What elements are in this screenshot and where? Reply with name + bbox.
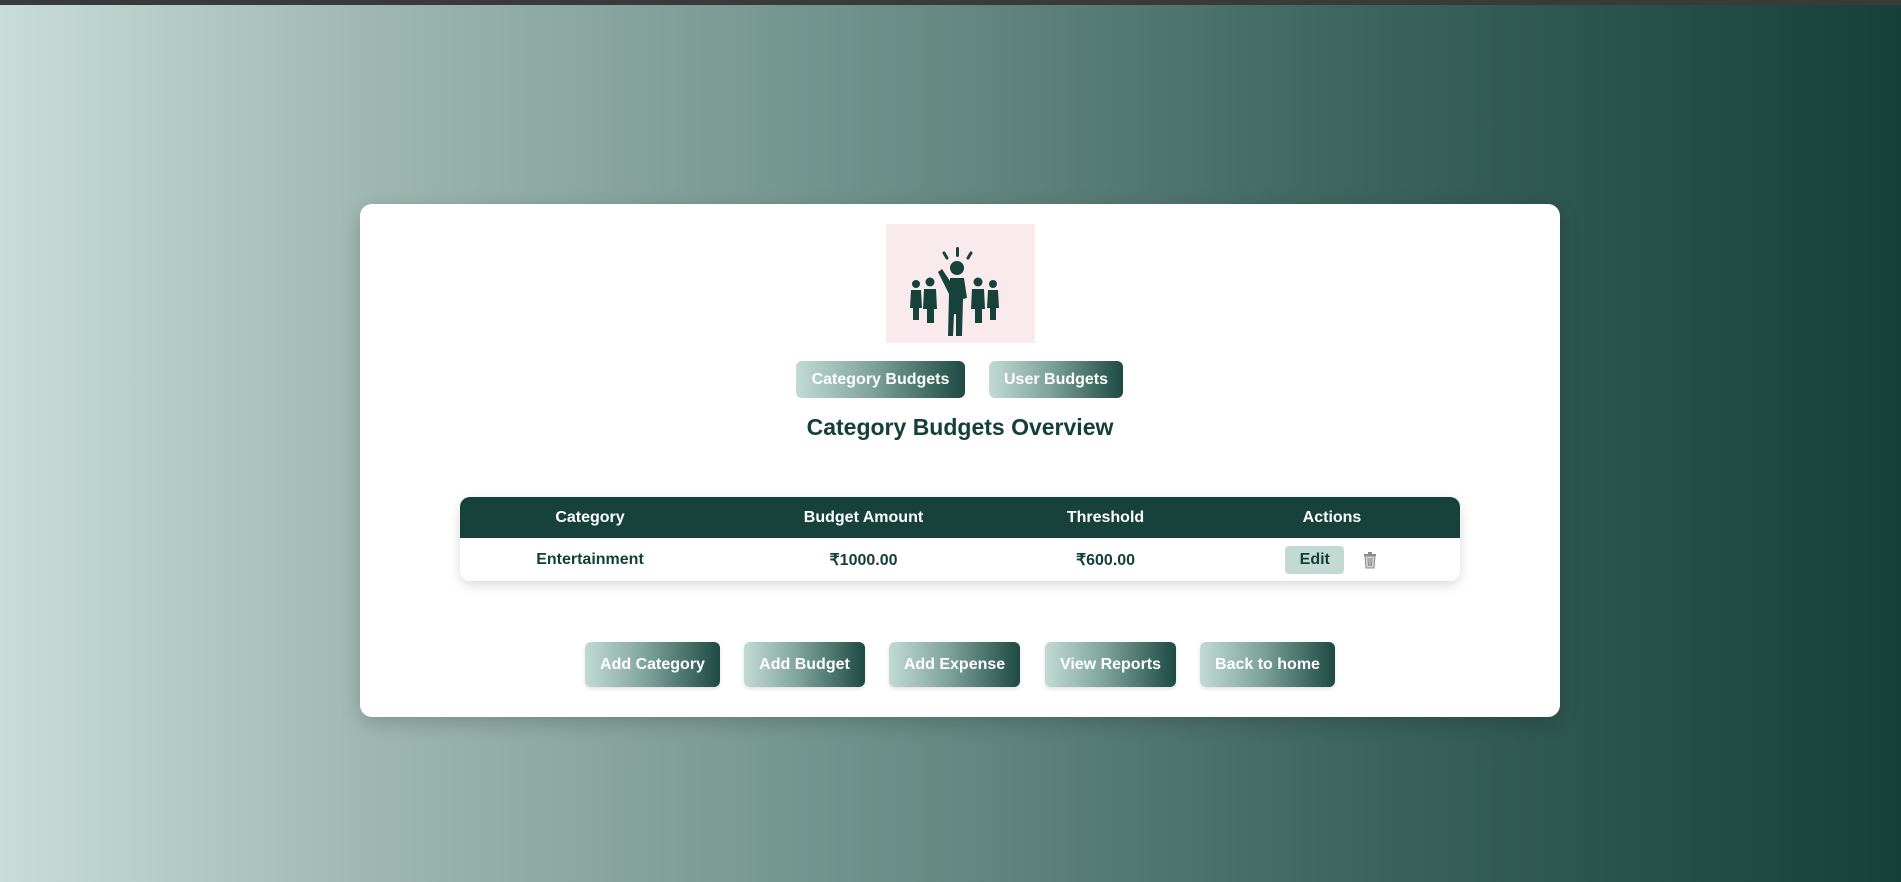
budgets-table: Category Budget Amount Threshold Actions…	[460, 497, 1460, 581]
add-expense-button[interactable]: Add Expense	[889, 642, 1020, 687]
category-cell: Entertainment	[536, 550, 644, 568]
page-title: Category Budgets Overview	[806, 414, 1114, 440]
threshold-cell: ₹600.00	[1075, 551, 1136, 569]
leader-group-icon	[886, 224, 1035, 343]
table-header-row: Category Budget Amount Threshold Actions	[460, 497, 1460, 538]
actions-cell: Edit	[1204, 538, 1460, 581]
column-header-threshold: Threshold	[1007, 497, 1204, 538]
column-header-actions: Actions	[1204, 497, 1460, 538]
table-row: Entertainment ₹1000.00 ₹600.00 Edit	[460, 538, 1460, 581]
back-to-home-button[interactable]: Back to home	[1200, 642, 1335, 687]
column-header-budget-amount: Budget Amount	[720, 497, 1007, 538]
browser-top-bar	[0, 0, 1901, 5]
trash-icon[interactable]	[1361, 551, 1379, 569]
edit-button[interactable]: Edit	[1285, 545, 1345, 574]
budget-amount-cell: ₹1000.00	[829, 551, 898, 569]
add-budget-button[interactable]: Add Budget	[744, 642, 865, 687]
view-reports-button[interactable]: View Reports	[1045, 642, 1176, 687]
column-header-category: Category	[460, 497, 720, 538]
add-category-button[interactable]: Add Category	[585, 642, 720, 687]
category-budgets-tab[interactable]: Category Budgets	[796, 361, 965, 398]
main-card: Category Budgets User Budgets Category B…	[360, 204, 1560, 717]
user-budgets-tab[interactable]: User Budgets	[989, 361, 1123, 398]
